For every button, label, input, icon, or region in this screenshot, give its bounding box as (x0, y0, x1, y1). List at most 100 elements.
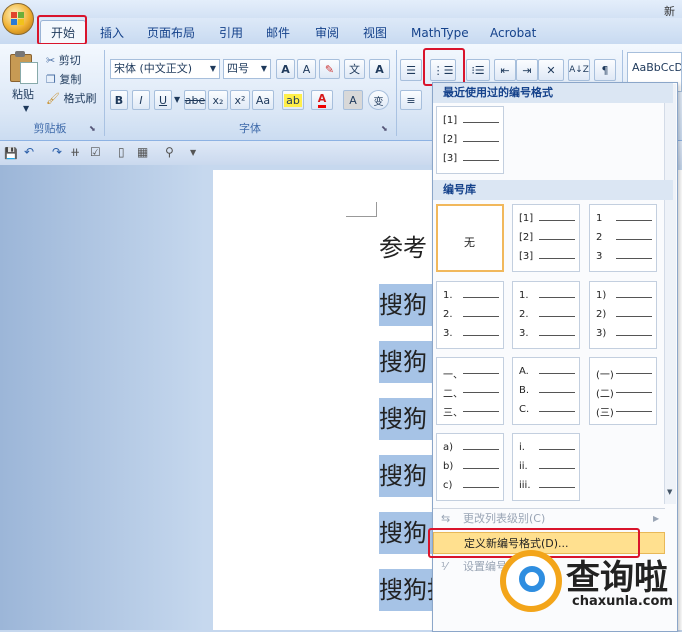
font-size-value: 四号 (227, 62, 249, 75)
char-border-button[interactable]: A (369, 59, 390, 79)
cell-line (539, 220, 575, 221)
align-left-button[interactable]: ≡ (400, 90, 422, 110)
underline-button[interactable]: U (154, 90, 172, 110)
subscript-icon: x₂ (212, 93, 224, 107)
print-preview-icon[interactable]: ⚲ (165, 145, 174, 159)
highlight-button[interactable]: ab (282, 90, 304, 110)
cell-number: 1. (519, 290, 529, 301)
tab-mailings[interactable]: 邮件 (266, 24, 290, 42)
tab-insert[interactable]: 插入 (100, 24, 124, 42)
recent-format-cell[interactable]: [1] [2] [3] (436, 106, 504, 174)
cell-line (463, 297, 499, 298)
cell-line (616, 335, 652, 336)
tab-acrobat[interactable]: Acrobat (490, 24, 536, 42)
tab-review[interactable]: 审阅 (315, 24, 339, 42)
change-list-level-item[interactable]: ⇆ 更改列表级别(C) ▶ (433, 508, 665, 530)
numbering-style-cell[interactable]: i. ii. iii. (512, 433, 580, 501)
undo-icon[interactable]: ↶ (24, 145, 34, 159)
increase-indent-button[interactable]: ⇥ (516, 59, 538, 81)
cell-line (616, 373, 652, 374)
numbering-none-cell[interactable]: 无 (436, 204, 504, 272)
redo-icon[interactable]: ↷ (52, 145, 62, 159)
bullet-list-icon: ☰ (406, 63, 416, 77)
customize-qat-icon[interactable]: ▼ (190, 148, 196, 157)
strike-icon[interactable]: ⧺ (70, 145, 80, 159)
numbering-style-cell[interactable]: (一) (二) (三) (589, 357, 657, 425)
numbering-style-cell[interactable]: A. B. C. (512, 357, 580, 425)
cell-number: 1 (596, 213, 603, 224)
char-shading-icon: A (349, 93, 357, 107)
check-icon[interactable]: ☑ (90, 145, 101, 159)
cell-line (539, 373, 575, 374)
eraser-icon: ✎ (324, 62, 335, 76)
style-preview-text: AaBbCcDc (632, 61, 681, 74)
cell-number: 2 (596, 232, 603, 243)
cell-number: [1] (519, 213, 534, 224)
bullets-button[interactable]: ☰ (400, 59, 422, 81)
watermark-brand: 查询啦 (566, 558, 668, 598)
paste-button[interactable]: 粘贴 (12, 86, 34, 102)
font-size-combo[interactable]: 四号 ▼ (223, 59, 271, 79)
numbering-style-cell[interactable]: 1 2 3 (589, 204, 657, 272)
multilevel-list-button[interactable]: ⁝☰ (466, 59, 490, 81)
menu-scrollbar[interactable]: ▲ ▼ (664, 84, 676, 504)
shrink-font-icon: A (302, 62, 311, 76)
cell-line (539, 487, 575, 488)
shrink-font-button[interactable]: A (297, 59, 316, 79)
tab-page-layout[interactable]: 页面布局 (147, 24, 195, 42)
numbering-style-cell[interactable]: 一、 二、 三、 (436, 357, 504, 425)
copy-button[interactable]: ❐ 复制 (46, 71, 81, 87)
numbering-style-cell[interactable]: 1. 2. 3. (436, 281, 504, 349)
phonetic-guide-button[interactable]: 文 (344, 59, 365, 79)
bold-button[interactable]: B (110, 90, 128, 110)
superscript-icon: x² (234, 93, 246, 107)
show-marks-button[interactable]: ¶ (594, 59, 616, 81)
cell-line (463, 392, 499, 393)
cell-number: (三) (596, 408, 614, 419)
enclose-char-icon: 变 (373, 96, 384, 108)
subscript-button[interactable]: x₂ (208, 90, 228, 110)
format-painter-label: 格式刷 (63, 92, 97, 105)
numbering-style-cell[interactable]: 1) 2) 3) (589, 281, 657, 349)
clipboard-launcher-icon[interactable]: ⬊ (89, 124, 96, 133)
chinese-layout-icon: ✕ (546, 63, 556, 77)
paste-icon[interactable] (6, 50, 40, 84)
underline-icon: U (158, 93, 168, 107)
char-shading-button[interactable]: A (343, 90, 363, 110)
format-painter-button[interactable]: 🖌 格式刷 (46, 90, 96, 106)
office-button[interactable] (2, 3, 34, 35)
tab-mathtype[interactable]: MathType (411, 24, 469, 42)
new-page-icon[interactable]: ▯ (118, 145, 125, 159)
chinese-layout-button[interactable]: ✕ (538, 59, 564, 81)
cell-number: [2] (519, 232, 534, 243)
scroll-down-icon[interactable]: ▼ (667, 488, 672, 496)
font-color-button[interactable]: A (311, 90, 333, 110)
tab-references[interactable]: 引用 (219, 24, 243, 42)
enclose-char-button[interactable]: 变 (368, 90, 389, 110)
numbering-style-cell[interactable]: a) b) c) (436, 433, 504, 501)
highlight-home-tab (37, 15, 87, 45)
brush-icon: 🖌 (46, 92, 60, 105)
char-border-icon: A (375, 62, 384, 76)
numbering-style-cell[interactable]: 1. 2. 3. (512, 281, 580, 349)
strikethrough-button[interactable]: abe (184, 90, 206, 110)
save-icon[interactable]: 💾 (4, 147, 18, 160)
change-case-button[interactable]: Aa (252, 90, 274, 110)
underline-dropdown-icon[interactable]: ▼ (174, 95, 180, 104)
table-icon[interactable]: ▦ (137, 145, 148, 159)
paste-dropdown-icon[interactable]: ▼ (23, 104, 29, 113)
sort-button[interactable]: A↓Z (568, 59, 590, 81)
decrease-indent-button[interactable]: ⇤ (494, 59, 516, 81)
cut-button[interactable]: ✂ 剪切 (46, 52, 81, 68)
font-name-combo[interactable]: 宋体 (中文正文) ▼ (110, 59, 220, 79)
sort-az-icon: A↓Z (569, 65, 589, 75)
cell-number: a) (443, 442, 454, 453)
superscript-button[interactable]: x² (230, 90, 250, 110)
tab-view[interactable]: 视图 (363, 24, 387, 42)
numbering-style-cell[interactable]: [1] [2] [3] (512, 204, 580, 272)
clear-format-button[interactable]: ✎ (319, 59, 340, 79)
grow-font-button[interactable]: A (276, 59, 295, 79)
font-launcher-icon[interactable]: ⬊ (381, 124, 388, 133)
cell-line (463, 449, 499, 450)
italic-button[interactable]: I (132, 90, 150, 110)
